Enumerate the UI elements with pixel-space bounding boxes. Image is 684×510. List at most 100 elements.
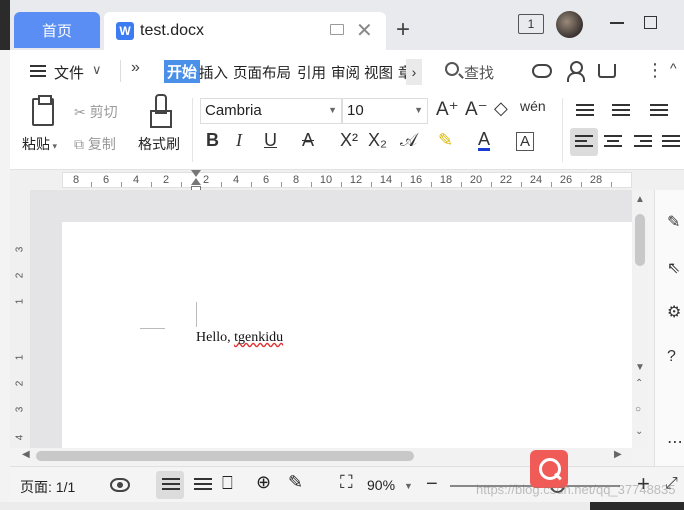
home-tab[interactable]: 首页: [14, 12, 100, 48]
document-page[interactable]: [62, 222, 632, 452]
paste-dropdown-icon[interactable]: ▾: [50, 141, 58, 151]
fit-page-icon[interactable]: ⛶: [340, 472, 360, 492]
scroll-down-icon[interactable]: ▼: [635, 362, 645, 373]
minimize-icon[interactable]: [610, 22, 624, 24]
ruler-tick-mark: [181, 182, 182, 187]
tab-page-layout[interactable]: 页面布局: [233, 62, 291, 83]
decrease-indent-icon[interactable]: [650, 104, 668, 118]
ruler-tick-mark: [371, 182, 372, 187]
cloud-sync-icon[interactable]: [532, 64, 552, 78]
misspelled-word[interactable]: tgenkidu: [234, 330, 283, 345]
scroll-right-icon[interactable]: ▶: [614, 449, 622, 460]
ruler-tick-label: 2: [162, 174, 170, 186]
font-size-select[interactable]: 10 ▼: [342, 98, 428, 124]
add-user-icon[interactable]: [567, 61, 585, 82]
phonetic-guide-button[interactable]: wén: [520, 98, 546, 114]
zoom-out-button[interactable]: −: [426, 473, 438, 496]
web-view-icon[interactable]: ⊕: [256, 472, 276, 492]
page-indicator[interactable]: 页面: 1/1: [20, 477, 75, 497]
document-canvas[interactable]: [30, 190, 632, 452]
grow-font-button[interactable]: A⁺: [436, 98, 459, 121]
more-sidebar-icon[interactable]: ⋯: [667, 432, 683, 452]
maximize-icon[interactable]: [644, 16, 657, 29]
hamburger-icon[interactable]: [30, 65, 46, 77]
ruler-tick-mark: [281, 182, 282, 187]
select-browse-object-icon[interactable]: ○: [635, 404, 641, 415]
tab-references[interactable]: 引用: [297, 62, 326, 83]
clear-format-icon[interactable]: ◇: [494, 98, 508, 119]
home-tab-label: 首页: [41, 22, 72, 40]
align-right-icon[interactable]: [634, 135, 652, 149]
tab-view[interactable]: 视图: [364, 62, 393, 83]
font-name-select[interactable]: Cambria ▼: [200, 98, 342, 124]
zoom-level[interactable]: 90%: [367, 477, 395, 493]
eye-icon[interactable]: [110, 478, 130, 492]
text-effect-icon[interactable]: 𝒜: [400, 130, 417, 151]
chevron-down-icon[interactable]: ∨: [92, 62, 102, 78]
paste-button[interactable]: 粘贴 ▾: [22, 134, 57, 154]
ruler-tick-label: 4: [232, 174, 240, 186]
strikethrough-button[interactable]: A: [302, 130, 314, 151]
chevron-down-icon[interactable]: ▼: [404, 481, 413, 491]
bullet-list-icon[interactable]: [576, 104, 594, 118]
ruler-tick-mark: [341, 182, 342, 187]
close-tab-icon[interactable]: ✕: [356, 18, 373, 43]
settings-sliders-icon[interactable]: ⚙: [667, 302, 681, 322]
prev-page-icon[interactable]: ⌃: [635, 378, 643, 389]
cut-button[interactable]: ✂ 剪切: [74, 102, 118, 122]
format-painter-icon[interactable]: [150, 94, 172, 128]
ruler-tick-mark: [551, 182, 552, 187]
font-color-button[interactable]: A: [478, 130, 491, 151]
new-tab-button[interactable]: +: [396, 16, 410, 44]
outline-view-icon[interactable]: [194, 478, 212, 492]
superscript-button[interactable]: X²: [340, 130, 358, 151]
window-count-badge[interactable]: 1: [518, 14, 544, 34]
select-cursor-icon[interactable]: ⇖: [667, 258, 680, 278]
reading-mode-icon[interactable]: ⎕: [222, 473, 242, 493]
horizontal-ruler[interactable]: 8 6 4 2 2 4 6 8 10 12 14 16 18 20 22 24 26 28: [62, 172, 632, 188]
bold-button[interactable]: B: [206, 130, 219, 151]
align-center-icon[interactable]: [604, 135, 622, 149]
italic-button[interactable]: I: [236, 130, 242, 151]
file-menu[interactable]: 文件: [54, 62, 84, 83]
next-page-icon[interactable]: ⌄: [635, 426, 643, 437]
char-border-button[interactable]: A: [516, 132, 535, 151]
underline-button[interactable]: U: [264, 130, 277, 151]
margin-guide: [196, 302, 197, 327]
scroll-left-icon[interactable]: ◀: [22, 449, 30, 460]
share-icon[interactable]: [598, 64, 616, 78]
scroll-up-icon[interactable]: ▲: [635, 194, 645, 205]
paste-icon[interactable]: [32, 95, 54, 126]
document-text[interactable]: Hello, tgenkidu: [196, 330, 283, 346]
tab-insert[interactable]: 插入: [199, 62, 228, 83]
copy-button[interactable]: ⧉ 复制: [74, 134, 116, 154]
avatar[interactable]: [556, 11, 583, 38]
tabs-scroll-right-icon[interactable]: ›: [406, 59, 422, 85]
justify-icon[interactable]: [662, 135, 680, 149]
numbered-list-icon[interactable]: [612, 104, 630, 118]
pin-window-icon[interactable]: [330, 24, 344, 35]
write-mode-icon[interactable]: ✎: [288, 472, 308, 492]
shrink-font-button[interactable]: A⁻: [465, 98, 488, 121]
vertical-scrollbar[interactable]: ▲ ▼ ⌃ ○ ⌄: [632, 190, 648, 448]
tab-section-partial[interactable]: 章: [398, 62, 406, 83]
search-icon[interactable]: [445, 62, 459, 76]
horizontal-scroll-thumb[interactable]: [36, 451, 414, 461]
vertical-scroll-thumb[interactable]: [635, 214, 645, 266]
double-chevron-icon[interactable]: »: [131, 59, 140, 77]
vertical-ruler[interactable]: 3 2 1 1 2 3 4: [10, 190, 30, 448]
tab-review[interactable]: 审阅: [331, 62, 360, 83]
help-icon[interactable]: ?: [667, 348, 676, 366]
ruler-tick-label: 26: [559, 174, 573, 186]
highlight-icon[interactable]: ✎: [438, 130, 453, 151]
subscript-button[interactable]: X₂: [368, 130, 387, 151]
more-options-icon[interactable]: ⋮: [646, 60, 664, 81]
document-tab[interactable]: W test.docx ✕: [104, 12, 386, 50]
format-painter-button[interactable]: 格式刷: [138, 134, 180, 154]
ruler-tick-mark: [611, 182, 612, 187]
tab-start[interactable]: 开始: [164, 60, 201, 83]
collapse-ribbon-icon[interactable]: ^: [670, 60, 677, 76]
search-label[interactable]: 查找: [464, 62, 494, 83]
ruler-tick-label: 8: [292, 174, 300, 186]
pencil-icon[interactable]: ✎: [667, 212, 680, 232]
